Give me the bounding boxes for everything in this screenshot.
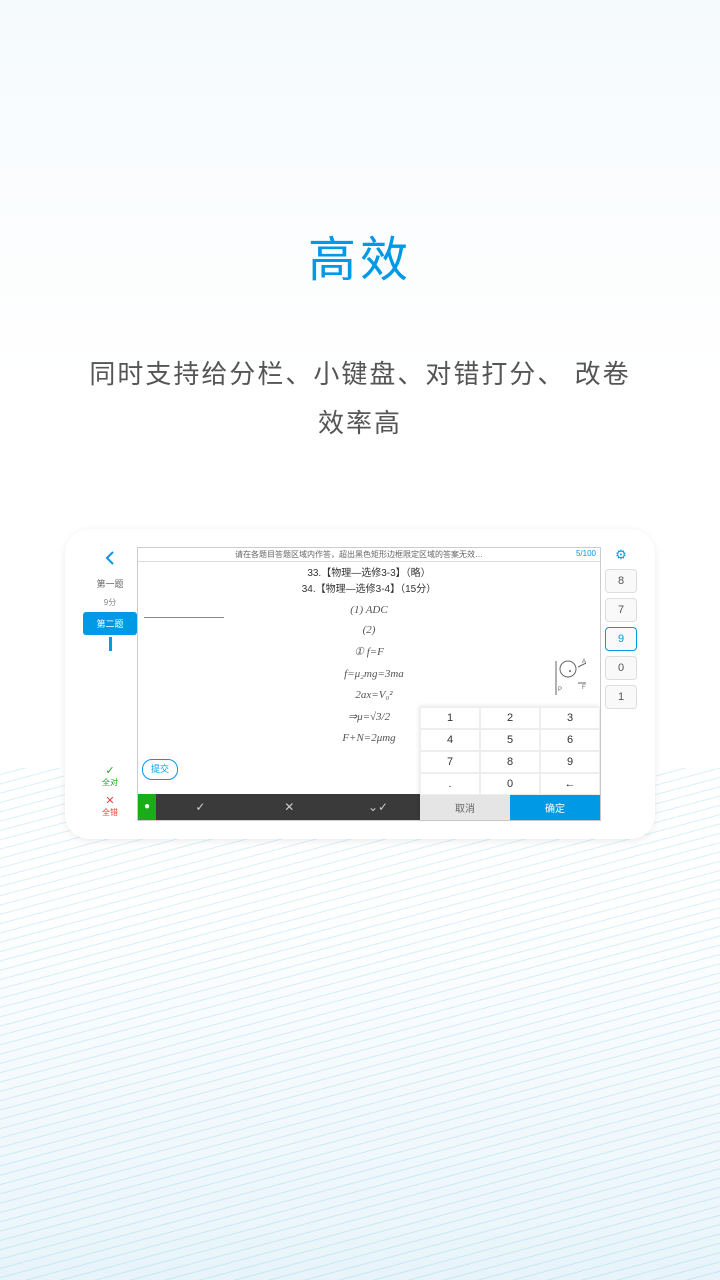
keypad-8[interactable]: 8 bbox=[480, 751, 540, 773]
submit-button[interactable]: 提交 bbox=[142, 759, 178, 779]
keypad-6[interactable]: 6 bbox=[540, 729, 600, 751]
svg-text:A: A bbox=[582, 659, 586, 665]
page-subtitle: 同时支持给分栏、小键盘、对错打分、 改卷效率高 bbox=[0, 350, 720, 449]
svg-text:F: F bbox=[582, 685, 586, 691]
keypad-5[interactable]: 5 bbox=[480, 729, 540, 751]
score-7[interactable]: 7 bbox=[605, 598, 637, 622]
page-title: 高效 bbox=[0, 220, 720, 290]
keypad-backspace[interactable]: ← bbox=[540, 773, 600, 795]
question-tab-2[interactable]: 第二题 bbox=[83, 612, 137, 635]
gear-icon: ⚙ bbox=[615, 547, 627, 562]
keypad-2[interactable]: 2 bbox=[480, 707, 540, 729]
numeric-keypad: 1 2 3 4 5 6 7 8 9 . 0 ← 取消 bbox=[420, 707, 600, 820]
all-correct-button[interactable]: ✓ 全对 bbox=[83, 761, 137, 791]
physics-diagram: A F P bbox=[540, 657, 590, 697]
keypad-dot[interactable]: . bbox=[420, 773, 480, 795]
svg-text:P: P bbox=[558, 687, 562, 693]
app-screenshot: 第一题 9分 第二题 ✓ 全对 ✕ 全错 请在各 bbox=[65, 529, 655, 839]
keypad-3[interactable]: 3 bbox=[540, 707, 600, 729]
keypad-9[interactable]: 9 bbox=[540, 751, 600, 773]
score-0[interactable]: 0 bbox=[605, 656, 637, 680]
check-icon: ✓ bbox=[83, 764, 137, 777]
back-button[interactable] bbox=[83, 547, 137, 572]
progress-indicator: 5/100 bbox=[576, 549, 596, 558]
half-check-tool-icon[interactable]: ⌄✓ bbox=[334, 800, 423, 814]
paper-header: 请在各题目答题区域内作答，超出黑色矩形边框限定区域的答案无效… 5/100 bbox=[138, 548, 600, 562]
question-34: 34.【物理—选修3-4】（15分） bbox=[144, 582, 594, 598]
score-1[interactable]: 1 bbox=[605, 685, 637, 709]
pen-tool-active[interactable]: ● bbox=[138, 794, 156, 820]
question-1-score: 9分 bbox=[83, 597, 137, 608]
x-icon: ✕ bbox=[83, 794, 137, 807]
x-tool-icon[interactable]: ✕ bbox=[245, 800, 334, 814]
score-9[interactable]: 9 bbox=[605, 627, 637, 651]
all-wrong-button[interactable]: ✕ 全错 bbox=[83, 791, 137, 821]
question-33: 33.【物理—选修3-3】（略） bbox=[144, 566, 594, 582]
keypad-0[interactable]: 0 bbox=[480, 773, 540, 795]
keypad-cancel-button[interactable]: 取消 bbox=[420, 795, 510, 820]
keypad-ok-button[interactable]: 确定 bbox=[510, 795, 600, 820]
settings-button[interactable]: ⚙ bbox=[605, 547, 637, 563]
score-8[interactable]: 8 bbox=[605, 569, 637, 593]
check-tool-icon[interactable]: ✓ bbox=[156, 800, 245, 814]
keypad-1[interactable]: 1 bbox=[420, 707, 480, 729]
keypad-4[interactable]: 4 bbox=[420, 729, 480, 751]
keypad-7[interactable]: 7 bbox=[420, 751, 480, 773]
question-tab-1[interactable]: 第一题 bbox=[83, 572, 137, 595]
